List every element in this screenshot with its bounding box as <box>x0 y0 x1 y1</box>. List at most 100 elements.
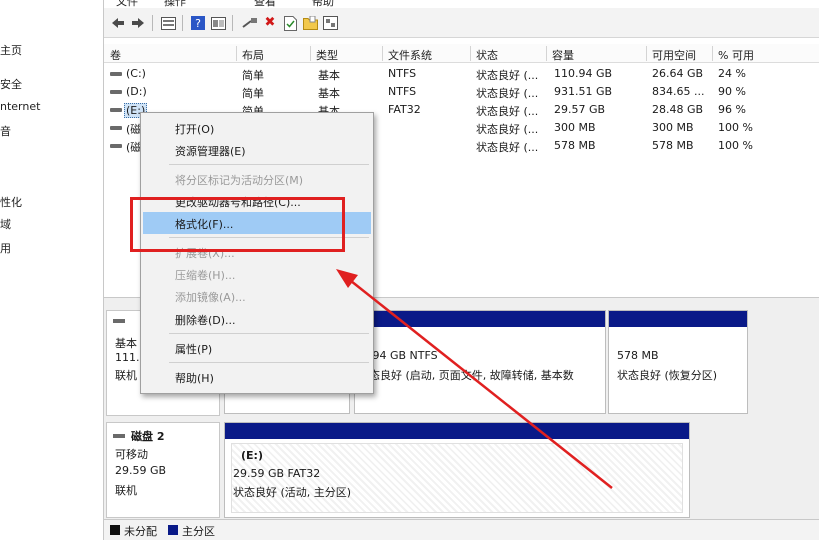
nav-item-apps[interactable]: 用 <box>0 240 11 256</box>
volume-icon <box>110 90 122 94</box>
legend-primary: 主分区 <box>182 525 215 538</box>
nav-item-security[interactable]: 安全 <box>0 76 22 92</box>
volume-fs: NTFS <box>388 85 417 98</box>
disk-list-icon[interactable] <box>160 15 176 31</box>
volume-icon <box>110 108 122 112</box>
disk-1-size: 111. <box>115 351 140 364</box>
volume-free: 578 MB <box>652 139 694 152</box>
column-divider[interactable] <box>470 46 471 61</box>
volume-icon <box>110 144 122 148</box>
column-divider[interactable] <box>646 46 647 61</box>
delete-icon[interactable]: ✖ <box>262 15 278 31</box>
annotation-arrow-icon <box>336 269 613 489</box>
column-divider[interactable] <box>310 46 311 61</box>
col-volume[interactable]: 卷 <box>110 47 121 63</box>
col-capacity[interactable]: 容量 <box>552 47 574 63</box>
col-layout[interactable]: 布局 <box>242 47 264 63</box>
volume-icon <box>110 126 122 130</box>
legend-bar: 未分配 主分区 <box>104 519 819 540</box>
volume-percent: 96 % <box>718 103 746 116</box>
volume-layout: 简单 <box>242 87 264 100</box>
nav-item-internet[interactable]: nternet <box>0 100 40 113</box>
disk-2-size: 29.59 GB <box>115 464 167 477</box>
volume-free: 26.64 GB <box>652 67 704 80</box>
menubar: 文件 操作 查看 帮助 <box>104 0 819 8</box>
legend-swatch-primary <box>168 525 178 535</box>
nav-item-sound[interactable]: 音 <box>0 123 11 139</box>
column-divider[interactable] <box>382 46 383 61</box>
legend-swatch-unallocated <box>110 525 120 535</box>
disk-1-type: 基本 <box>115 337 137 350</box>
volume-capacity: 578 MB <box>554 139 596 152</box>
column-header-row: 卷 布局 类型 文件系统 状态 容量 可用空间 % 可用 <box>104 44 819 63</box>
volume-status: 状态良好 (... <box>476 123 539 136</box>
menu-file[interactable]: 文件 <box>116 0 138 8</box>
disk-1-status: 联机 <box>115 369 137 382</box>
volume-row-c[interactable]: (C:) 简单 基本 NTFS 状态良好 (... 110.94 GB 26.6… <box>104 65 819 83</box>
volume-percent: 100 % <box>718 121 753 134</box>
volume-capacity: 110.94 GB <box>554 67 613 80</box>
menu-separator <box>169 164 369 165</box>
column-divider[interactable] <box>236 46 237 61</box>
menu-item-explorer[interactable]: 资源管理器(E) <box>143 139 371 161</box>
col-status[interactable]: 状态 <box>476 47 498 63</box>
partition-recovery-status: 状态良好 (恢复分区) <box>617 369 718 382</box>
volume-name: (D:) <box>126 85 147 98</box>
connect-icon[interactable] <box>242 15 258 31</box>
help-icon[interactable]: ? <box>190 15 206 31</box>
volume-status: 状态良好 (... <box>476 105 539 118</box>
menu-item-mark-active[interactable]: 将分区标记为活动分区(M) <box>143 168 371 190</box>
folder-icon[interactable] <box>302 15 318 31</box>
volume-type: 基本 <box>318 69 340 82</box>
settings-icon[interactable] <box>322 15 338 31</box>
col-filesystem[interactable]: 文件系统 <box>388 47 432 63</box>
nav-item-home[interactable]: 主页 <box>0 42 22 58</box>
menu-help[interactable]: 帮助 <box>312 0 334 8</box>
column-divider[interactable] <box>546 46 547 61</box>
disk-2-status: 联机 <box>115 484 137 497</box>
properties-icon[interactable] <box>210 15 226 31</box>
legend-unallocated: 未分配 <box>124 525 157 538</box>
toolbar-separator <box>232 15 233 31</box>
partition-e-size: 29.59 GB FAT32 <box>233 467 321 480</box>
volume-type: 基本 <box>318 87 340 100</box>
volume-layout: 简单 <box>242 69 264 82</box>
volume-percent: 90 % <box>718 85 746 98</box>
volume-capacity: 300 MB <box>554 121 596 134</box>
toolbar: ? ✖ <box>104 8 819 38</box>
disk-2-type: 可移动 <box>115 448 148 461</box>
volume-status: 状态良好 (... <box>476 69 539 82</box>
col-percent-free[interactable]: % 可用 <box>718 47 754 63</box>
volume-free: 28.48 GB <box>652 103 704 116</box>
toolbar-separator <box>182 15 183 31</box>
volume-icon <box>110 72 122 76</box>
menu-item-open[interactable]: 打开(O) <box>143 117 371 139</box>
volume-name: (磁 <box>126 141 142 154</box>
menu-action[interactable]: 操作 <box>164 0 186 8</box>
column-divider[interactable] <box>712 46 713 61</box>
toolbar-separator <box>152 15 153 31</box>
disk-2-name: 磁盘 2 <box>131 430 165 443</box>
check-icon[interactable] <box>282 15 298 31</box>
volume-capacity: 29.57 GB <box>554 103 606 116</box>
nav-item-region[interactable]: 域 <box>0 216 11 232</box>
disk-icon <box>113 434 125 438</box>
volume-status: 状态良好 (... <box>476 87 539 100</box>
col-type[interactable]: 类型 <box>316 47 338 63</box>
col-free-space[interactable]: 可用空间 <box>652 47 696 63</box>
annotation-highlight-box <box>130 197 345 252</box>
volume-name: (C:) <box>126 67 146 80</box>
nav-item-personalize[interactable]: 性化 <box>0 194 22 210</box>
volume-percent: 100 % <box>718 139 753 152</box>
volume-fs: FAT32 <box>388 103 421 116</box>
menu-view[interactable]: 查看 <box>254 0 276 8</box>
volume-percent: 24 % <box>718 67 746 80</box>
volume-row-d[interactable]: (D:) 简单 基本 NTFS 状态良好 (... 931.51 GB 834.… <box>104 83 819 101</box>
forward-arrow-icon[interactable] <box>130 15 146 31</box>
left-nav-pane: 主页 安全 nternet 音 性化 域 用 <box>0 0 104 540</box>
disk-2-label[interactable]: 磁盘 2 可移动 29.59 GB 联机 <box>106 422 220 518</box>
partition-e-name: (E:) <box>241 449 263 462</box>
back-arrow-icon[interactable] <box>110 15 126 31</box>
volume-free: 300 MB <box>652 121 694 134</box>
svg-text:?: ? <box>195 17 201 30</box>
